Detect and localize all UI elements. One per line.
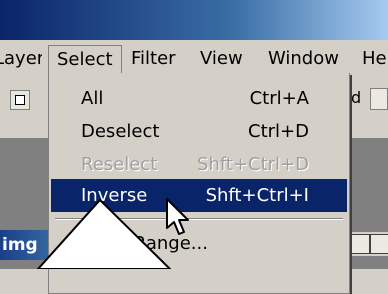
- menu-filter[interactable]: Filter: [131, 45, 176, 73]
- menu-item-color-range[interactable]: Color Range...: [51, 227, 347, 260]
- toolbar-option-label: d: [351, 88, 362, 107]
- menu-item-shortcut: Ctrl+A: [249, 88, 309, 109]
- menu-item-shortcut: Shft+Ctrl+D: [197, 154, 309, 175]
- selection-tool-icon[interactable]: [10, 90, 30, 110]
- menu-item-shortcut: Shft+Ctrl+I: [205, 185, 309, 206]
- menu-window[interactable]: Window: [268, 45, 339, 73]
- menu-separator: [55, 218, 343, 220]
- restore-icon[interactable]: [350, 234, 370, 254]
- menu-layer[interactable]: Layer: [0, 45, 42, 73]
- window-title-bar: [0, 0, 388, 40]
- menu-item-shortcut: Ctrl+D: [248, 121, 309, 142]
- menu-item-label: Inverse: [81, 185, 148, 206]
- menu-item-reselect: Reselect Shft+Ctrl+D: [51, 148, 347, 181]
- toolbar-option-field[interactable]: [370, 88, 388, 110]
- arrow-cursor-icon: [166, 198, 189, 235]
- menu-item-label: All: [81, 88, 104, 109]
- menu-item-inverse[interactable]: Inverse Shft+Ctrl+I: [51, 179, 347, 212]
- document-window-controls: [348, 232, 388, 256]
- document-title: img: [2, 235, 38, 255]
- select-menu-dropdown: All Ctrl+A Deselect Ctrl+D Reselect Shft…: [48, 73, 350, 294]
- close-icon[interactable]: [370, 234, 388, 254]
- menu-item-label: Deselect: [81, 121, 160, 142]
- menu-item-deselect[interactable]: Deselect Ctrl+D: [51, 115, 347, 148]
- menu-help[interactable]: He: [362, 45, 387, 73]
- menu-item-all[interactable]: All Ctrl+A: [51, 82, 347, 115]
- menu-view[interactable]: View: [200, 45, 243, 73]
- menu-item-label: Reselect: [81, 154, 158, 175]
